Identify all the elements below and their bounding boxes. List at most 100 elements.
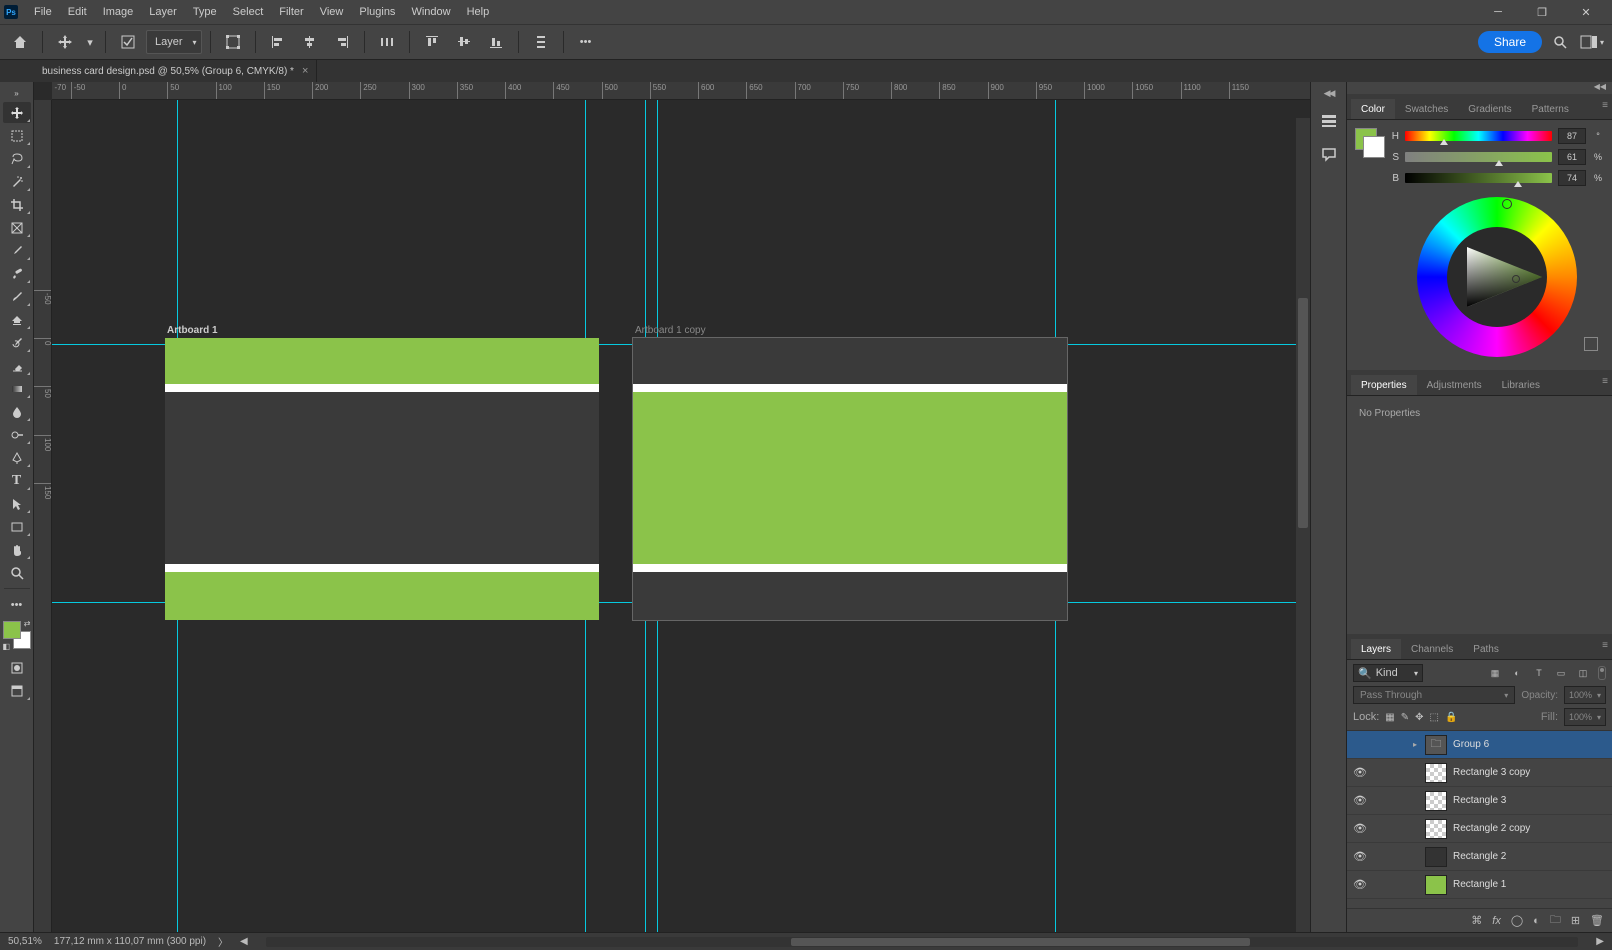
align-center-v-button[interactable] <box>450 28 478 56</box>
document-info-caret[interactable]: 〉 <box>218 934 228 949</box>
artboard-1[interactable] <box>165 338 599 620</box>
frame-tool[interactable] <box>3 217 31 238</box>
tab-adjustments[interactable]: Adjustments <box>1417 375 1492 395</box>
menu-select[interactable]: Select <box>225 0 272 24</box>
align-top-button[interactable] <box>418 28 446 56</box>
clone-stamp-tool[interactable] <box>3 309 31 330</box>
expand-panels-button[interactable]: ◀◀ <box>1324 88 1334 99</box>
document-tab[interactable]: business card design.psd @ 50,5% (Group … <box>34 60 317 82</box>
brush-tool[interactable] <box>3 286 31 307</box>
saturation-slider[interactable] <box>1405 152 1552 162</box>
expand-tools-button[interactable]: » <box>3 86 31 100</box>
dodge-tool[interactable] <box>3 424 31 445</box>
layer-thumbnail[interactable] <box>1425 819 1447 839</box>
add-mask-button[interactable]: ◯ <box>1511 914 1523 927</box>
menu-type[interactable]: Type <box>185 0 225 24</box>
tab-properties[interactable]: Properties <box>1351 375 1417 395</box>
layer-row[interactable]: 👁 Rectangle 3 copy <box>1347 759 1612 787</box>
tab-libraries[interactable]: Libraries <box>1492 375 1550 395</box>
edit-toolbar-button[interactable]: ••• <box>3 594 31 615</box>
window-close-button[interactable]: ✕ <box>1564 0 1608 24</box>
pen-tool[interactable] <box>3 447 31 468</box>
lasso-tool[interactable] <box>3 148 31 169</box>
align-center-h-button[interactable] <box>296 28 324 56</box>
tab-swatches[interactable]: Swatches <box>1395 99 1458 119</box>
auto-select-checkbox[interactable] <box>114 28 142 56</box>
layer-fx-button[interactable]: fx <box>1492 915 1501 927</box>
foreground-color-swatch[interactable] <box>3 621 21 639</box>
layer-visibility-toggle[interactable]: 👁 <box>1347 822 1373 835</box>
menu-help[interactable]: Help <box>459 0 498 24</box>
saturation-value-input[interactable]: 61 <box>1558 149 1586 165</box>
zoom-tool[interactable] <box>3 562 31 583</box>
magic-wand-tool[interactable] <box>3 171 31 192</box>
delete-layer-button[interactable]: 🗑 <box>1590 914 1604 927</box>
menu-edit[interactable]: Edit <box>60 0 95 24</box>
properties-panel-menu-button[interactable]: ≡ <box>1602 376 1608 387</box>
layer-row[interactable]: 👁Rectangle 1 <box>1347 871 1612 899</box>
adjustment-layer-button[interactable]: ◐ <box>1533 915 1540 927</box>
eraser-tool[interactable] <box>3 355 31 376</box>
layer-row[interactable]: 👁Rectangle 2 <box>1347 843 1612 871</box>
screen-mode-button[interactable] <box>3 680 31 701</box>
menu-window[interactable]: Window <box>403 0 458 24</box>
tab-patterns[interactable]: Patterns <box>1522 99 1579 119</box>
menu-filter[interactable]: Filter <box>271 0 311 24</box>
color-mode-button[interactable] <box>1584 337 1598 351</box>
menu-plugins[interactable]: Plugins <box>351 0 403 24</box>
new-group-button[interactable]: 🗀 <box>1550 911 1561 930</box>
tab-layers[interactable]: Layers <box>1351 639 1401 659</box>
filter-toggle-switch[interactable] <box>1598 666 1606 680</box>
layer-expand-chevron[interactable]: ▸ <box>1413 740 1425 749</box>
crop-tool[interactable] <box>3 194 31 215</box>
link-layers-button[interactable]: ⌘ <box>1471 914 1482 927</box>
comments-panel-icon[interactable] <box>1317 143 1341 167</box>
color-panel-swatch[interactable] <box>1355 128 1381 362</box>
layer-visibility-toggle[interactable]: 👁 <box>1347 794 1373 807</box>
brightness-slider[interactable] <box>1405 173 1552 183</box>
layer-name[interactable]: Rectangle 3 <box>1453 795 1506 806</box>
artboard-label[interactable]: Artboard 1 <box>167 325 218 336</box>
collapse-panels-button[interactable]: ◀◀ <box>1347 82 1612 94</box>
hue-value-input[interactable]: 87 <box>1558 128 1586 144</box>
align-bottom-button[interactable] <box>482 28 510 56</box>
align-left-button[interactable] <box>264 28 292 56</box>
color-wheel[interactable] <box>1417 197 1577 357</box>
layer-filter-dropdown[interactable]: 🔍 Kind ▾ <box>1353 664 1423 682</box>
lock-all-icon[interactable]: 🔒 <box>1445 712 1457 723</box>
document-info[interactable]: 177,12 mm x 110,07 mm (300 ppi) <box>54 936 206 947</box>
filter-type-icon[interactable]: T <box>1532 666 1546 680</box>
window-maximize-button[interactable]: ❐ <box>1520 0 1564 24</box>
type-tool[interactable]: T <box>3 470 31 491</box>
layer-visibility-toggle[interactable]: 👁 <box>1347 766 1373 779</box>
history-brush-tool[interactable] <box>3 332 31 353</box>
layer-name[interactable]: Rectangle 2 copy <box>1453 823 1530 834</box>
new-layer-button[interactable]: ⊞ <box>1571 914 1580 927</box>
hand-tool[interactable] <box>3 539 31 560</box>
layer-row[interactable]: ▸🗀Group 6 <box>1347 731 1612 759</box>
rectangle-tool[interactable] <box>3 516 31 537</box>
tab-channels[interactable]: Channels <box>1401 639 1463 659</box>
scroll-left-button[interactable]: ◀ <box>240 936 248 947</box>
more-options-button[interactable]: ••• <box>572 28 600 56</box>
canvas[interactable]: Artboard 1 Artboard 1 copy <box>52 100 1310 932</box>
layer-name[interactable]: Rectangle 3 copy <box>1453 767 1530 778</box>
layer-thumbnail[interactable] <box>1425 763 1447 783</box>
transform-controls-checkbox[interactable] <box>219 28 247 56</box>
opacity-input[interactable]: 100%▾ <box>1564 686 1606 704</box>
menu-image[interactable]: Image <box>95 0 142 24</box>
canvas-vertical-scrollbar[interactable] <box>1296 118 1310 932</box>
layer-row[interactable]: 👁 Rectangle 2 copy <box>1347 815 1612 843</box>
distribute-v-button[interactable] <box>527 28 555 56</box>
brightness-value-input[interactable]: 74 <box>1558 170 1586 186</box>
move-tool-icon[interactable] <box>51 28 79 56</box>
auto-select-dropdown[interactable]: Layer ▾ <box>146 30 202 54</box>
menu-view[interactable]: View <box>312 0 352 24</box>
tab-paths[interactable]: Paths <box>1463 639 1509 659</box>
layer-thumbnail[interactable] <box>1425 791 1447 811</box>
canvas-horizontal-scrollbar[interactable] <box>266 937 1579 947</box>
gradient-tool[interactable] <box>3 378 31 399</box>
lock-transparency-icon[interactable]: ▦ <box>1385 712 1394 723</box>
layer-thumbnail[interactable] <box>1425 875 1447 895</box>
window-minimize-button[interactable]: ─ <box>1476 0 1520 24</box>
